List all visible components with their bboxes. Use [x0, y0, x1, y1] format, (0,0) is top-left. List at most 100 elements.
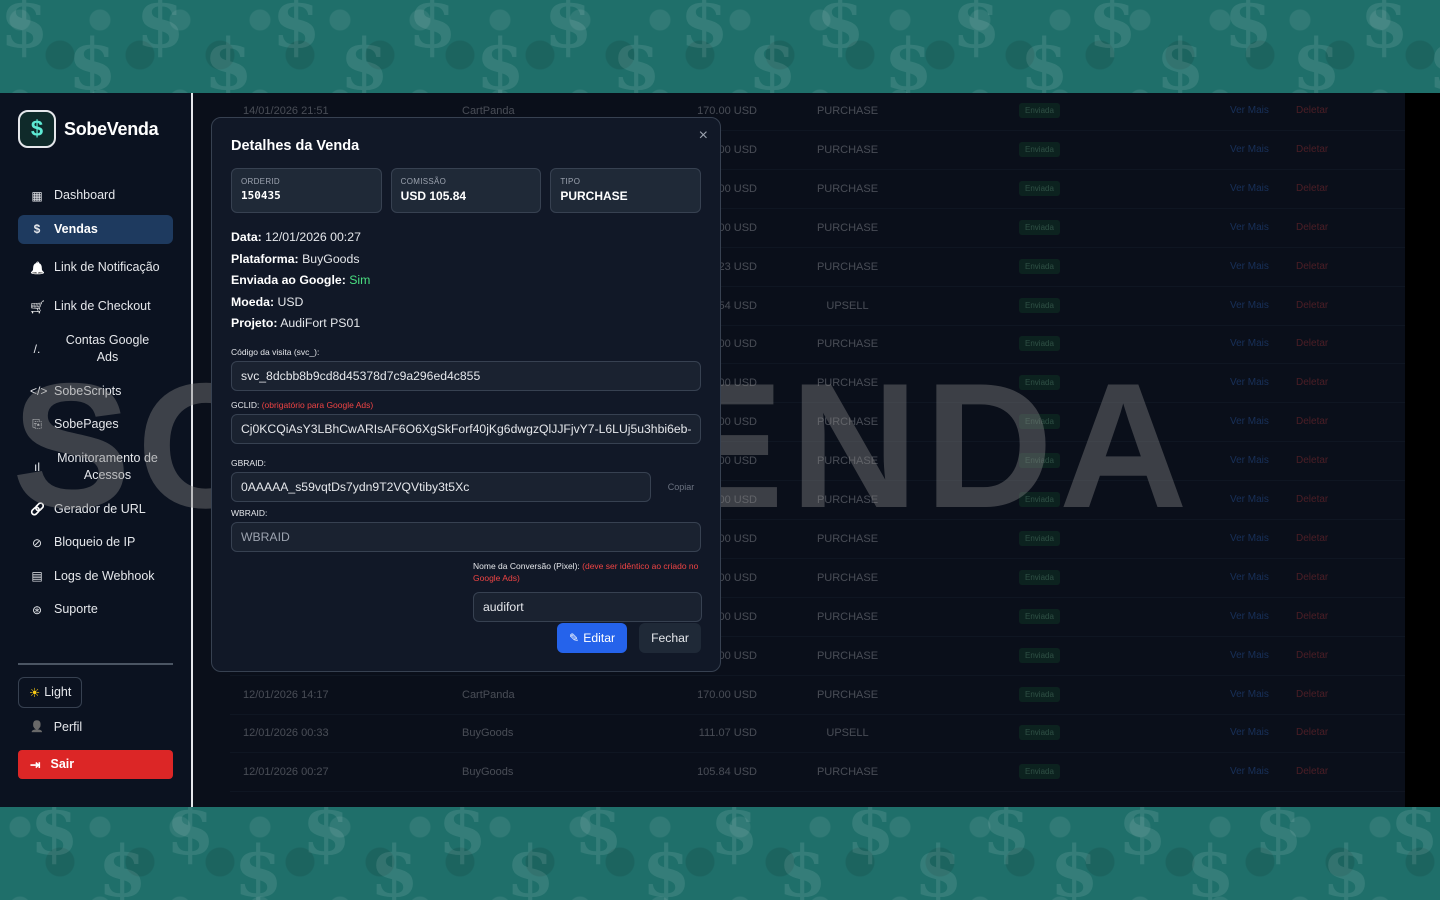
view-more-link[interactable]: Ver Mais	[1230, 338, 1269, 349]
dollar-icon: $	[1088, 0, 1137, 64]
delete-link[interactable]: Deletar	[1296, 144, 1328, 155]
sidebar-item-link-de-notifica-o[interactable]: 🔔 Link de Notificação	[18, 248, 173, 288]
info-project: Projeto: AudiFort PS01	[231, 316, 361, 330]
sidebar-item-label: Logs de Webhook	[54, 568, 155, 583]
dollar-icon: $	[1224, 0, 1273, 64]
delete-link[interactable]: Deletar	[1296, 766, 1328, 777]
block-icon: ⊘	[31, 535, 43, 550]
sidebar-item-dashboard[interactable]: ▦ Dashboard	[18, 181, 173, 211]
view-more-link[interactable]: Ver Mais	[1230, 455, 1269, 466]
delete-link[interactable]: Deletar	[1296, 650, 1328, 661]
conversion-name-field[interactable]: audifort	[473, 591, 702, 622]
view-more-link[interactable]: Ver Mais	[1230, 727, 1269, 738]
delete-link[interactable]: Deletar	[1296, 572, 1328, 583]
delete-link[interactable]: Deletar	[1296, 416, 1328, 427]
sidebar-item-profile[interactable]: 👤 Perfil	[18, 708, 173, 746]
dollar-icon: $	[778, 830, 827, 900]
view-more-link[interactable]: Ver Mais	[1230, 416, 1269, 427]
sidebar-item-gerador-de-url[interactable]: 🔗 Gerador de URL	[18, 495, 173, 525]
dollar-icon: $	[1292, 23, 1341, 94]
dollar-icon: $	[0, 0, 49, 64]
sidebar-item-sobescripts[interactable]: </> SobeScripts	[18, 377, 173, 407]
sidebar-item-label: Monitoramento de Acessos	[57, 450, 158, 483]
wbraid-field[interactable]: WBRAID	[231, 521, 701, 552]
conversion-label: Nome da Conversão (Pixel): (deve ser idê…	[473, 560, 699, 583]
row-type: PURCHASE	[816, 338, 879, 351]
row-value: 170.00 USD	[697, 688, 757, 701]
row-date: 12/01/2026 14:17	[243, 688, 329, 701]
row-platform: BuyGoods	[462, 766, 514, 779]
user-icon: 👤	[30, 721, 44, 733]
bell-icon: 🔔	[30, 261, 45, 275]
view-more-link[interactable]: Ver Mais	[1230, 766, 1269, 777]
sidebar-item-link-de-checkout[interactable]: 🛒 Link de Checkout	[18, 292, 173, 322]
sidebar-divider	[18, 662, 173, 665]
row-type: PURCHASE	[816, 260, 879, 273]
dollar-icon: $	[408, 0, 457, 64]
row-type: PURCHASE	[816, 182, 879, 195]
delete-link[interactable]: Deletar	[1296, 377, 1328, 388]
sidebar-item-vendas[interactable]: $ Vendas	[18, 214, 173, 244]
delete-link[interactable]: Deletar	[1296, 727, 1328, 738]
view-more-link[interactable]: Ver Mais	[1230, 144, 1269, 155]
view-more-link[interactable]: Ver Mais	[1230, 300, 1269, 311]
view-more-link[interactable]: Ver Mais	[1230, 611, 1269, 622]
view-more-link[interactable]: Ver Mais	[1230, 494, 1269, 505]
brand-name: SobeVenda	[64, 118, 159, 139]
row-type: PURCHASE	[816, 532, 879, 545]
view-more-link[interactable]: Ver Mais	[1230, 183, 1269, 194]
dollar-pattern: $$$$$$$$$$$$$$$$$$$$$$	[0, 807, 1440, 900]
status-badge: Enviada	[1019, 180, 1060, 196]
copy-button[interactable]: Copiar	[661, 482, 701, 492]
table-row[interactable]: 12/01/2026 14:17 CartPanda 170.00 USD PURCH…	[230, 677, 1405, 715]
dollar-icon: $	[710, 807, 759, 871]
row-platform: CartPanda	[462, 105, 515, 117]
view-more-link[interactable]: Ver Mais	[1230, 105, 1269, 116]
sidebar-item-suporte[interactable]: ⊛ Suporte	[18, 595, 173, 625]
status-badge: Enviada	[1019, 258, 1060, 274]
sale-details-modal: × Detalhes da Venda ORDERID 150435 COMIS…	[211, 117, 721, 672]
gclid-field[interactable]: Cj0KCQiAsY3LBhCwARIsAF6O6XgSkForf40jKg6d…	[231, 413, 701, 444]
dollar-icon: $	[234, 830, 283, 900]
theme-toggle-button[interactable]: ☀ Light	[18, 676, 83, 708]
brand[interactable]: $ SobeVenda	[18, 109, 173, 149]
delete-link[interactable]: Deletar	[1296, 455, 1328, 466]
row-platform: BuyGoods	[462, 727, 514, 740]
delete-link[interactable]: Deletar	[1296, 533, 1328, 544]
close-icon[interactable]: ×	[699, 127, 708, 145]
dollar-icon: $	[1390, 807, 1439, 871]
view-more-link[interactable]: Ver Mais	[1230, 650, 1269, 661]
theme-toggle-label: Light	[44, 685, 72, 699]
view-more-link[interactable]: Ver Mais	[1230, 572, 1269, 583]
delete-link[interactable]: Deletar	[1296, 300, 1328, 311]
sidebar-item-bloqueio-de-ip[interactable]: ⊘ Bloqueio de IP	[18, 528, 173, 558]
delete-link[interactable]: Deletar	[1296, 689, 1328, 700]
logout-button[interactable]: ⇥ Sair	[18, 749, 173, 779]
table-row[interactable]: 12/01/2026 00:33 BuyGoods 111.07 USD UPSELL…	[230, 715, 1405, 754]
view-more-link[interactable]: Ver Mais	[1230, 689, 1269, 700]
view-more-link[interactable]: Ver Mais	[1230, 261, 1269, 272]
row-type: PURCHASE	[816, 455, 879, 468]
delete-link[interactable]: Deletar	[1296, 105, 1328, 116]
table-row[interactable]: 12/01/2026 00:27 BuyGoods 105.84 USD PURCHA…	[230, 754, 1405, 793]
sidebar-item-sobepages[interactable]: ⎘ SobePages	[18, 410, 173, 440]
delete-link[interactable]: Deletar	[1296, 183, 1328, 194]
delete-link[interactable]: Deletar	[1296, 261, 1328, 272]
row-value: 111.07 USD	[698, 727, 757, 740]
view-more-link[interactable]: Ver Mais	[1230, 222, 1269, 233]
gbraid-field[interactable]: 0AAAAA_s59vqtDs7ydn9T2VQVtiby3t5Xc	[231, 471, 651, 502]
sidebar-item-monitoramento-de-acessos[interactable]: ıl Monitoramento de Acessos	[18, 444, 173, 491]
edit-button[interactable]: ✎ Editar	[557, 623, 628, 653]
status-badge: Enviada	[1019, 764, 1060, 780]
view-more-link[interactable]: Ver Mais	[1230, 377, 1269, 388]
sidebar-item-contas-google-ads[interactable]: /. Contas Google Ads	[18, 326, 173, 373]
view-more-link[interactable]: Ver Mais	[1230, 533, 1269, 544]
delete-link[interactable]: Deletar	[1296, 338, 1328, 349]
dollar-icon: $	[166, 807, 215, 871]
delete-link[interactable]: Deletar	[1296, 222, 1328, 233]
close-button[interactable]: Fechar	[639, 623, 701, 653]
delete-link[interactable]: Deletar	[1296, 611, 1328, 622]
sidebar-item-logs-de-webhook[interactable]: ▤ Logs de Webhook	[18, 562, 173, 592]
delete-link[interactable]: Deletar	[1296, 494, 1328, 505]
svc-field[interactable]: svc_8dcbb8b9cd8d45378d7c9a296ed4c855	[231, 360, 701, 391]
